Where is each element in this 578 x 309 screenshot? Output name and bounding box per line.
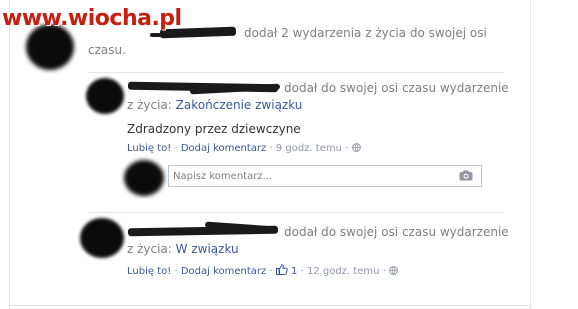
divider (88, 212, 504, 213)
separator: · (300, 266, 304, 277)
comment-box[interactable] (168, 165, 482, 187)
separator: · (269, 266, 273, 277)
separator: · (174, 143, 178, 154)
like-count[interactable]: 1 (291, 266, 297, 277)
timestamp[interactable]: 12 godz. temu (307, 266, 379, 277)
comment-input[interactable] (173, 169, 433, 183)
like-button[interactable]: Lubię to! (127, 266, 171, 277)
event-1-actions: Lubię to! · Dodaj komentarz · 9 godz. te… (127, 143, 361, 154)
timestamp[interactable]: 9 godz. temu (276, 143, 342, 154)
event-1-prefix: z życia: (127, 98, 172, 112)
divider (88, 72, 504, 73)
globe-icon (389, 266, 398, 275)
event-1-avatar-obscured[interactable] (86, 78, 124, 114)
camera-icon[interactable] (459, 170, 473, 181)
event-2-line2: z życia: W związku (127, 242, 239, 256)
globe-icon (351, 143, 361, 152)
card-border-bottom (9, 305, 531, 306)
watermark: www.wiocha.pl (2, 6, 182, 31)
event-1-line2: z życia: Zakończenie związku (127, 98, 302, 112)
top-post-text-line2: czasu. (88, 43, 126, 57)
event-1-event-link[interactable]: Zakończenie związku (176, 98, 303, 112)
event-2-text-line1: dodał do swojej osi czasu wydarzenie (284, 225, 509, 239)
event-2-actions: Lubię to! · Dodaj komentarz · 1 · 12 god… (127, 264, 398, 277)
add-comment-button[interactable]: Dodaj komentarz (181, 143, 266, 154)
event-2-event-link[interactable]: W związku (176, 242, 239, 256)
event-2-avatar-obscured[interactable] (80, 218, 124, 258)
card-border-left (9, 0, 10, 309)
event-1-text-line1: dodał do swojej osi czasu wydarzenie (284, 81, 509, 95)
separator: · (174, 266, 178, 277)
separator: · (382, 266, 386, 277)
author-name-obscured-2 (150, 33, 180, 37)
thumbs-up-icon[interactable] (275, 264, 288, 275)
separator: · (269, 143, 273, 154)
event-1-body: Zdradzony przez dziewczyne (127, 122, 301, 136)
add-comment-button[interactable]: Dodaj komentarz (181, 266, 266, 277)
separator: · (345, 143, 349, 154)
like-button[interactable]: Lubię to! (127, 143, 171, 154)
event-2-prefix: z życia: (127, 242, 172, 256)
card-border-right (530, 0, 531, 309)
commenter-avatar-obscured (124, 160, 164, 196)
top-post-text-line1: dodał 2 wydarzenia z życia do swojej osi (244, 26, 487, 40)
